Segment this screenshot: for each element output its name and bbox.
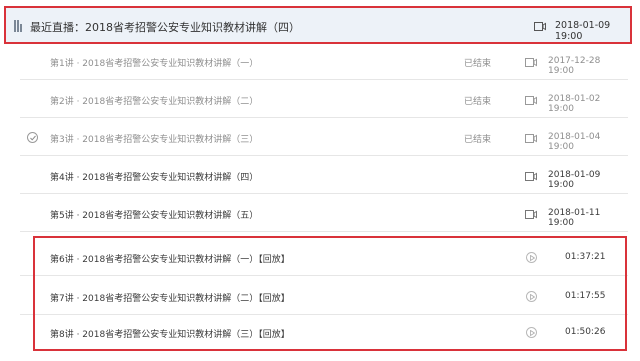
lesson-status: 已结束 — [464, 59, 492, 69]
video-camera-icon — [525, 134, 537, 146]
replay-duration: 01:37:21 — [565, 252, 606, 262]
play-circle-icon[interactable] — [526, 291, 537, 302]
replay-duration: 01:17:55 — [565, 291, 606, 301]
replay-title: 第6讲 · 2018省考招警公安专业知识教材讲解（一）【回放】 — [50, 255, 290, 265]
video-camera-icon — [534, 22, 546, 34]
lesson-title: 第3讲 · 2018省考招警公安专业知识教材讲解（三） — [50, 135, 259, 145]
lesson-title: 第1讲 · 2018省考招警公安专业知识教材讲解（一） — [50, 59, 259, 69]
replay-title: 第7讲 · 2018省考招警公安专业知识教材讲解（二）【回放】 — [50, 294, 290, 304]
check-circle-icon — [27, 132, 38, 143]
video-camera-icon — [525, 172, 537, 184]
lesson-title: 第5讲 · 2018省考招警公安专业知识教材讲解（五） — [50, 211, 259, 221]
lesson-time: 2018-01-04 19:00 — [548, 132, 601, 152]
video-camera-icon — [525, 58, 537, 70]
lesson-row[interactable]: 第5讲 · 2018省考招警公安专业知识教材讲解（五） 2018-01-11 1… — [20, 196, 628, 232]
lesson-row[interactable]: 第3讲 · 2018省考招警公安专业知识教材讲解（三） 已结束 2018-01-… — [20, 120, 628, 156]
lesson-status: 已结束 — [464, 97, 492, 107]
latest-live-time: 2018-01-09 19:00 — [555, 20, 611, 42]
replay-title: 第8讲 · 2018省考招警公安专业知识教材讲解（三）【回放】 — [50, 330, 290, 340]
lesson-status: 已结束 — [464, 135, 492, 145]
replay-duration: 01:50:26 — [565, 327, 606, 337]
lesson-time: 2018-01-02 19:00 — [548, 94, 601, 114]
live-bars-icon — [14, 20, 24, 32]
lesson-time: 2018-01-09 19:00 — [548, 170, 601, 190]
lesson-title: 第2讲 · 2018省考招警公安专业知识教材讲解（二） — [50, 97, 259, 107]
replay-row[interactable]: 第8讲 · 2018省考招警公安专业知识教材讲解（三）【回放】 01:50:26 — [20, 315, 628, 351]
lesson-time: 2017-12-28 19:00 — [548, 56, 601, 76]
replay-row[interactable]: 第6讲 · 2018省考招警公安专业知识教材讲解（一）【回放】 01:37:21 — [20, 240, 628, 276]
lesson-row[interactable]: 第4讲 · 2018省考招警公安专业知识教材讲解（四） 2018-01-09 1… — [20, 158, 628, 194]
lesson-row[interactable]: 第2讲 · 2018省考招警公安专业知识教材讲解（二） 已结束 2018-01-… — [20, 82, 628, 118]
video-camera-icon — [525, 96, 537, 108]
video-camera-icon — [525, 210, 537, 222]
play-circle-icon[interactable] — [526, 327, 537, 338]
lesson-title: 第4讲 · 2018省考招警公安专业知识教材讲解（四） — [50, 173, 259, 183]
latest-live-title: 最近直播：2018省考招警公安专业知识教材讲解（四） — [30, 21, 300, 34]
lesson-time: 2018-01-11 19:00 — [548, 208, 601, 228]
replay-row[interactable]: 第7讲 · 2018省考招警公安专业知识教材讲解（二）【回放】 01:17:55 — [20, 279, 628, 315]
latest-live-banner[interactable]: 最近直播：2018省考招警公安专业知识教材讲解（四） 2018-01-09 19… — [4, 6, 632, 44]
lesson-row[interactable]: 第1讲 · 2018省考招警公安专业知识教材讲解（一） 已结束 2017-12-… — [20, 44, 628, 80]
play-circle-icon[interactable] — [526, 252, 537, 263]
